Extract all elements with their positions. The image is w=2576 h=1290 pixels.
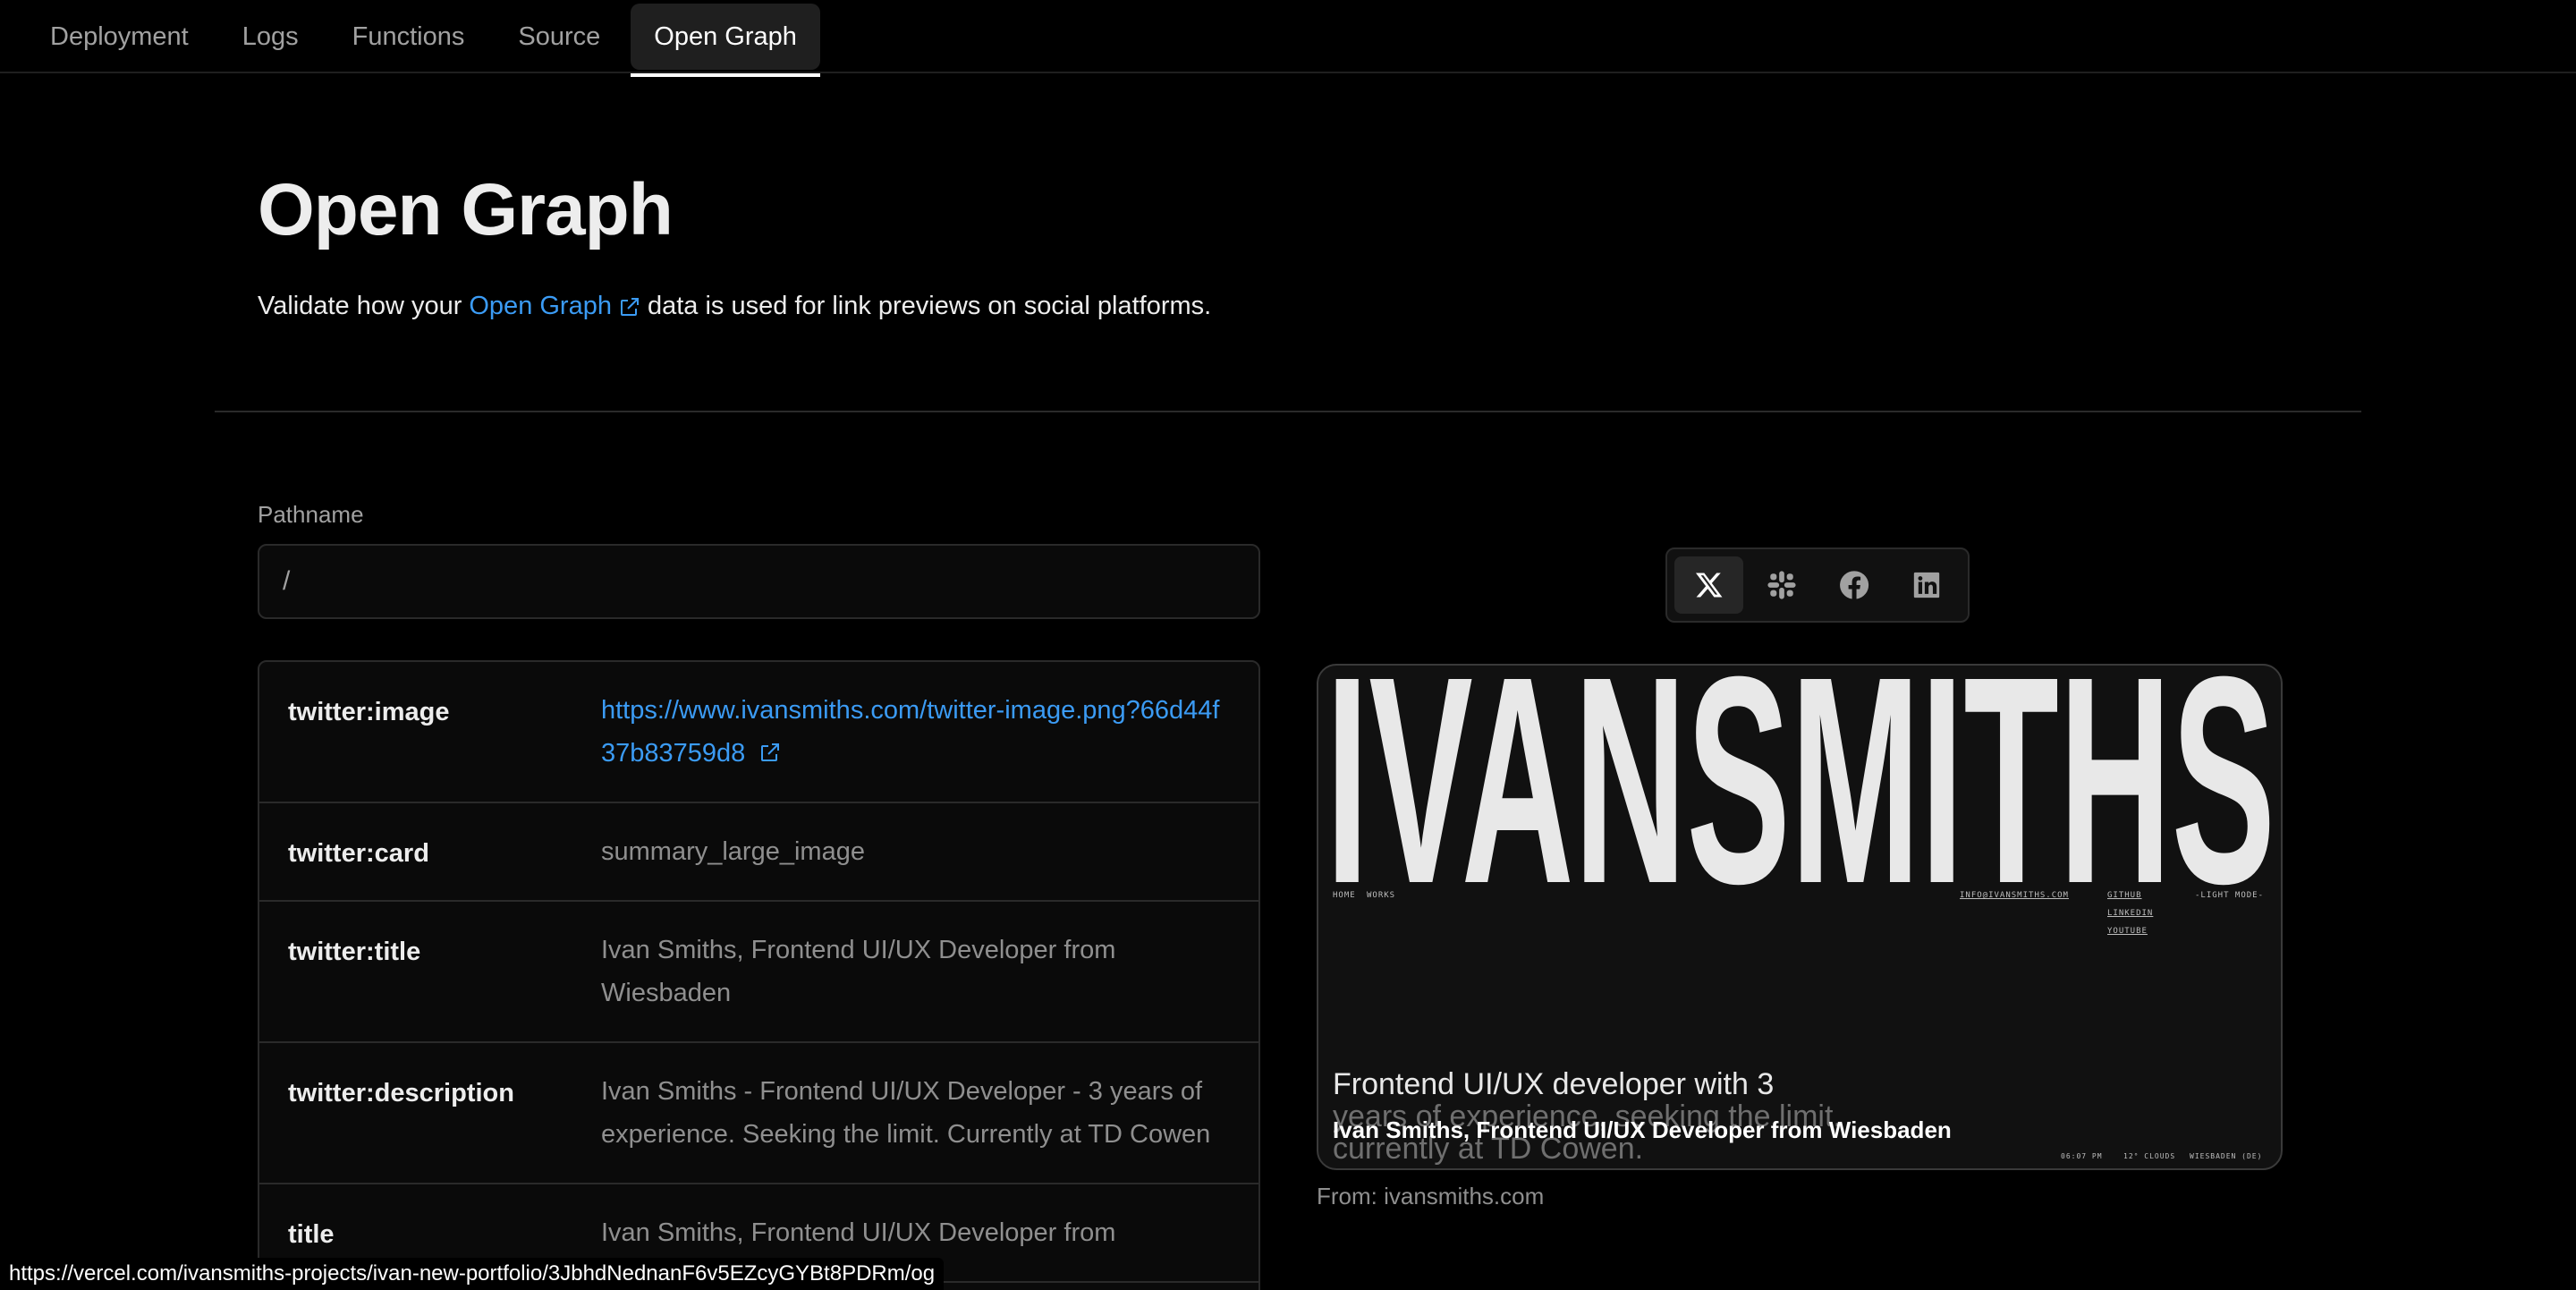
page-subtitle: Validate how your Open Graph data is use… (258, 292, 1211, 321)
section-divider (215, 411, 2361, 412)
table-row: twitter:image https://www.ivansmiths.com… (259, 662, 1258, 803)
og-time: 06:07 PM (2061, 1152, 2103, 1160)
og-mode-toggle: -LIGHT MODE- (2195, 891, 2265, 900)
og-social-youtube: YOUTUBE (2107, 927, 2148, 936)
pathname-input[interactable] (258, 544, 1260, 619)
open-graph-link-label: Open Graph (469, 292, 612, 320)
og-nav-home: HOME (1333, 891, 1356, 900)
metadata-table: twitter:image https://www.ivansmiths.com… (258, 660, 1260, 1290)
meta-key: twitter:card (288, 839, 429, 868)
og-email: INFO@IVANSMITHS.COM (1960, 891, 2069, 900)
subtitle-text-after: data is used for link previews on social… (647, 292, 1212, 320)
table-row: twitter:description Ivan Smiths - Fronte… (259, 1043, 1258, 1184)
top-nav: Deployment Logs Functions Source Open Gr… (0, 0, 2576, 77)
linkedin-platform-button[interactable] (1892, 556, 1961, 614)
facebook-icon (1839, 571, 1868, 599)
open-graph-doc-link[interactable]: Open Graph (469, 292, 640, 321)
page-title: Open Graph (258, 169, 674, 250)
meta-value: Ivan Smiths, Frontend UI/UX Developer fr… (601, 1218, 1116, 1247)
external-link-icon (761, 743, 780, 761)
og-location: WIESBADEN (DE) (2190, 1152, 2263, 1160)
table-row: twitter:title Ivan Smiths, Frontend UI/U… (259, 902, 1258, 1043)
table-row: twitter:card summary_large_image (259, 803, 1258, 902)
facebook-platform-button[interactable] (1819, 556, 1888, 614)
preview-source-domain: From: ivansmiths.com (1317, 1183, 1545, 1209)
tab-functions[interactable]: Functions (329, 4, 488, 70)
external-link-icon (620, 297, 639, 316)
meta-key: twitter:image (288, 698, 450, 726)
subtitle-text-before: Validate how your (258, 292, 462, 320)
pathname-label: Pathname (258, 501, 364, 528)
tab-list: Deployment Logs Functions Source Open Gr… (27, 0, 820, 77)
logo-text: IVANSMITHS (1326, 666, 2275, 891)
slack-platform-button[interactable] (1747, 556, 1816, 614)
twitter-image-link[interactable]: https://www.ivansmiths.com/twitter-image… (601, 689, 1230, 775)
platform-switcher (1665, 547, 1970, 623)
og-preview-card[interactable]: IVANSMITHS HOME WORKS INFO@IVANSMITHS.CO… (1317, 664, 2283, 1170)
slack-icon (1767, 571, 1796, 599)
og-social-github: GITHUB (2107, 891, 2142, 900)
meta-key: twitter:title (288, 938, 421, 966)
status-bar-url: https://vercel.com/ivansmiths-projects/i… (0, 1258, 945, 1290)
og-title-overlay: Ivan Smiths, Frontend UI/UX Developer fr… (1333, 1116, 1952, 1143)
og-tagline-line1: Frontend UI/UX developer with 3 (1333, 1067, 1775, 1101)
meta-value: Ivan Smiths, Frontend UI/UX Developer fr… (601, 936, 1116, 1007)
tab-logs[interactable]: Logs (219, 4, 322, 70)
og-weather: 12° CLOUDS (2123, 1152, 2176, 1160)
og-nav-works: WORKS (1367, 891, 1396, 900)
meta-key: twitter:description (288, 1079, 514, 1108)
og-social-linkedin: LINKEDIN (2107, 909, 2154, 918)
meta-value: summary_large_image (601, 837, 865, 866)
meta-value: Ivan Smiths - Frontend UI/UX Developer -… (601, 1077, 1211, 1149)
tab-open-graph[interactable]: Open Graph (631, 4, 820, 77)
twitter-image-url: https://www.ivansmiths.com/twitter-image… (601, 696, 1220, 768)
linkedin-icon (1913, 572, 1939, 598)
x-platform-button[interactable] (1674, 556, 1743, 614)
tab-deployment[interactable]: Deployment (27, 4, 212, 70)
tab-source[interactable]: Source (495, 4, 623, 70)
meta-key: title (288, 1220, 335, 1249)
x-icon (1695, 573, 1722, 598)
og-logo-wordmark: IVANSMITHS (1326, 666, 2275, 891)
